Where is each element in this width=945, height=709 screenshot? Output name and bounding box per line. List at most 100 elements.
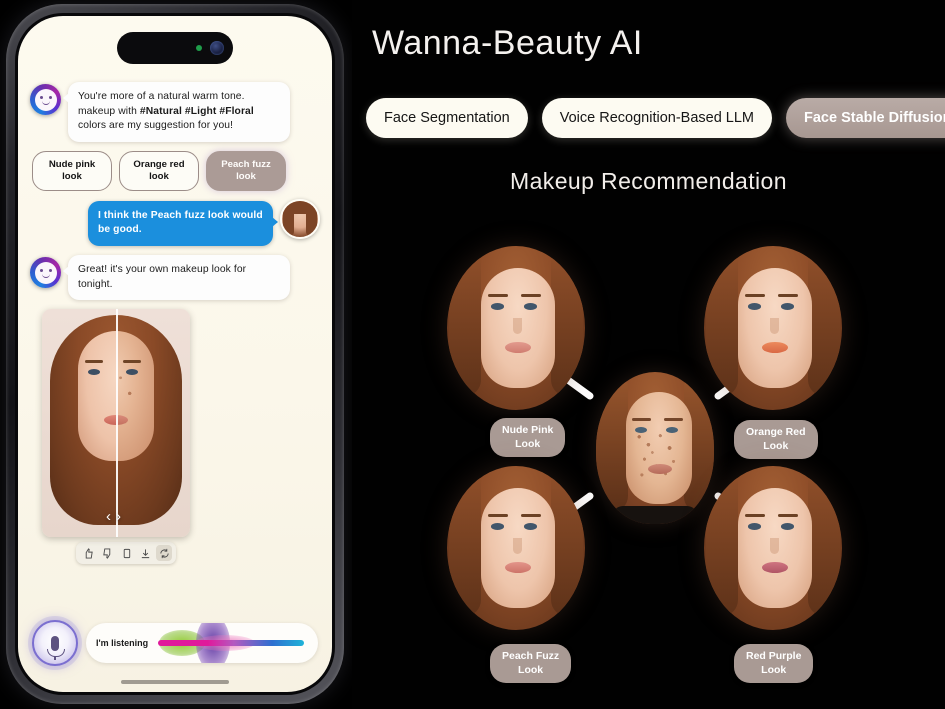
- bot-avatar-icon: [30, 257, 61, 289]
- look-lips: [505, 562, 531, 573]
- user-avatar: [280, 198, 320, 239]
- phone-bezel: You're more of a natural warm tone. make…: [15, 13, 335, 695]
- look-face-red-purple[interactable]: [704, 466, 842, 630]
- look-hair-right: [808, 256, 840, 396]
- look-hair-right: [551, 476, 583, 616]
- bot-text-hashtags: #Natural #Light #Floral: [139, 105, 254, 117]
- bot-avatar-icon: [30, 84, 61, 115]
- look-eye-left: [491, 523, 504, 530]
- chat-thread: You're more of a natural warm tone. make…: [18, 74, 332, 610]
- app-root: You're more of a natural warm tone. make…: [0, 0, 945, 709]
- look-nose: [513, 538, 522, 554]
- original-brow-left: [632, 418, 651, 422]
- look-brow-left: [745, 294, 765, 298]
- look-brow-left: [488, 294, 508, 298]
- original-face[interactable]: [596, 372, 714, 524]
- thumbs-down-icon[interactable]: [99, 545, 115, 561]
- right-panel: Wanna-Beauty AI Face Segmentation Voice …: [352, 0, 945, 709]
- look-label-nude-pink[interactable]: Nude Pink Look: [490, 418, 566, 458]
- result-skin-before: [116, 331, 154, 462]
- look-brow-left: [488, 514, 508, 518]
- recommendation-grid: Nude Pink Look Orange Red Look Peach Fuz…: [352, 0, 945, 709]
- result-brow-right: [123, 360, 141, 364]
- look-nose: [770, 318, 779, 334]
- look-option-orange-red[interactable]: Orange red look: [119, 150, 199, 191]
- copy-icon[interactable]: [118, 545, 134, 561]
- listening-field[interactable]: I'm listening: [86, 623, 318, 663]
- look-face-orange-red[interactable]: [704, 246, 842, 410]
- look-hair-left: [449, 256, 481, 396]
- regenerate-icon[interactable]: [156, 545, 172, 562]
- voice-input-bar: I'm listening: [18, 612, 332, 674]
- chat-bubble-bot: You're more of a natural warm tone. make…: [63, 82, 290, 142]
- look-face-peach-fuzz[interactable]: [447, 466, 585, 630]
- look-brow-right: [778, 294, 798, 298]
- look-label-orange-red[interactable]: Orange Red Look: [734, 420, 818, 460]
- look-eye-left: [748, 303, 761, 310]
- look-eye-left: [491, 303, 504, 310]
- chat-message-bot-1: You're more of a natural warm tone. make…: [30, 82, 320, 142]
- chat-message-user: I think the Peach fuzz look would be goo…: [30, 198, 320, 247]
- look-eye-left: [748, 523, 761, 530]
- green-recording-dot: [196, 45, 202, 51]
- look-option-peach-fuzz[interactable]: Peach fuzz look: [206, 150, 286, 191]
- look-lips: [762, 562, 788, 573]
- look-brow-right: [521, 294, 541, 298]
- look-lips: [505, 342, 531, 353]
- look-brow-left: [745, 514, 765, 518]
- result-card: ‹›: [42, 309, 190, 565]
- look-eye-right: [781, 303, 794, 310]
- microphone-icon[interactable]: [32, 620, 78, 666]
- compare-arrows[interactable]: ‹›: [106, 508, 126, 525]
- look-nose: [513, 318, 522, 334]
- look-nose: [770, 538, 779, 554]
- original-shoulders: [612, 506, 698, 524]
- original-eye-left: [635, 427, 647, 433]
- bot-face-glyph: [34, 88, 57, 111]
- chat-bubble-bot: Great! it's your own makeup look for ton…: [63, 255, 290, 301]
- look-hair-left: [706, 476, 738, 616]
- bot-smile-glyph: [41, 274, 50, 278]
- look-option-list: Nude pink look Orange red look Peach fuz…: [32, 150, 320, 191]
- original-skin: [626, 392, 692, 504]
- audio-waveform: [154, 623, 308, 663]
- before-image-half: [116, 309, 190, 537]
- thumbs-up-icon[interactable]: [80, 545, 96, 561]
- waveform-line: [158, 640, 304, 646]
- original-brow-right: [664, 418, 683, 422]
- look-eye-right: [524, 523, 537, 530]
- look-hair-right: [808, 476, 840, 616]
- phone-frame: You're more of a natural warm tone. make…: [6, 4, 344, 704]
- download-icon[interactable]: [137, 545, 153, 561]
- look-hair-right: [551, 256, 583, 396]
- look-brow-right: [778, 514, 798, 518]
- after-image-half: [42, 309, 116, 537]
- look-face-nude-pink[interactable]: [447, 246, 585, 410]
- result-skin-after: [78, 331, 116, 462]
- bot-text-tail: colors are my suggestion for you!: [78, 120, 234, 132]
- look-option-nude-pink[interactable]: Nude pink look: [32, 150, 112, 191]
- before-after-image[interactable]: ‹›: [42, 309, 190, 538]
- home-indicator[interactable]: [121, 680, 229, 684]
- look-lips: [762, 342, 788, 353]
- bot-face-glyph: [34, 261, 57, 284]
- look-eye-right: [781, 523, 794, 530]
- compare-next-arrow[interactable]: ›: [116, 508, 126, 525]
- listening-status-text: I'm listening: [96, 638, 149, 648]
- look-label-peach-fuzz[interactable]: Peach Fuzz Look: [490, 644, 572, 684]
- look-hair-left: [449, 476, 481, 616]
- look-label-red-purple[interactable]: Red Purple Look: [734, 644, 814, 684]
- compare-prev-arrow[interactable]: ‹: [106, 508, 116, 525]
- microphone-glyph: [47, 635, 65, 660]
- look-eye-right: [524, 303, 537, 310]
- look-hair-left: [706, 256, 738, 396]
- chat-message-bot-2: Great! it's your own makeup look for ton…: [30, 255, 320, 301]
- result-action-toolbar: [76, 542, 176, 565]
- avatar-hair-left: [283, 202, 294, 237]
- dynamic-island: [117, 32, 233, 64]
- phone-panel: You're more of a natural warm tone. make…: [0, 0, 352, 709]
- phone-screen: You're more of a natural warm tone. make…: [18, 16, 332, 692]
- original-hair-left: [596, 380, 628, 512]
- original-lips: [648, 464, 672, 474]
- compare-slider-handle[interactable]: [116, 309, 118, 538]
